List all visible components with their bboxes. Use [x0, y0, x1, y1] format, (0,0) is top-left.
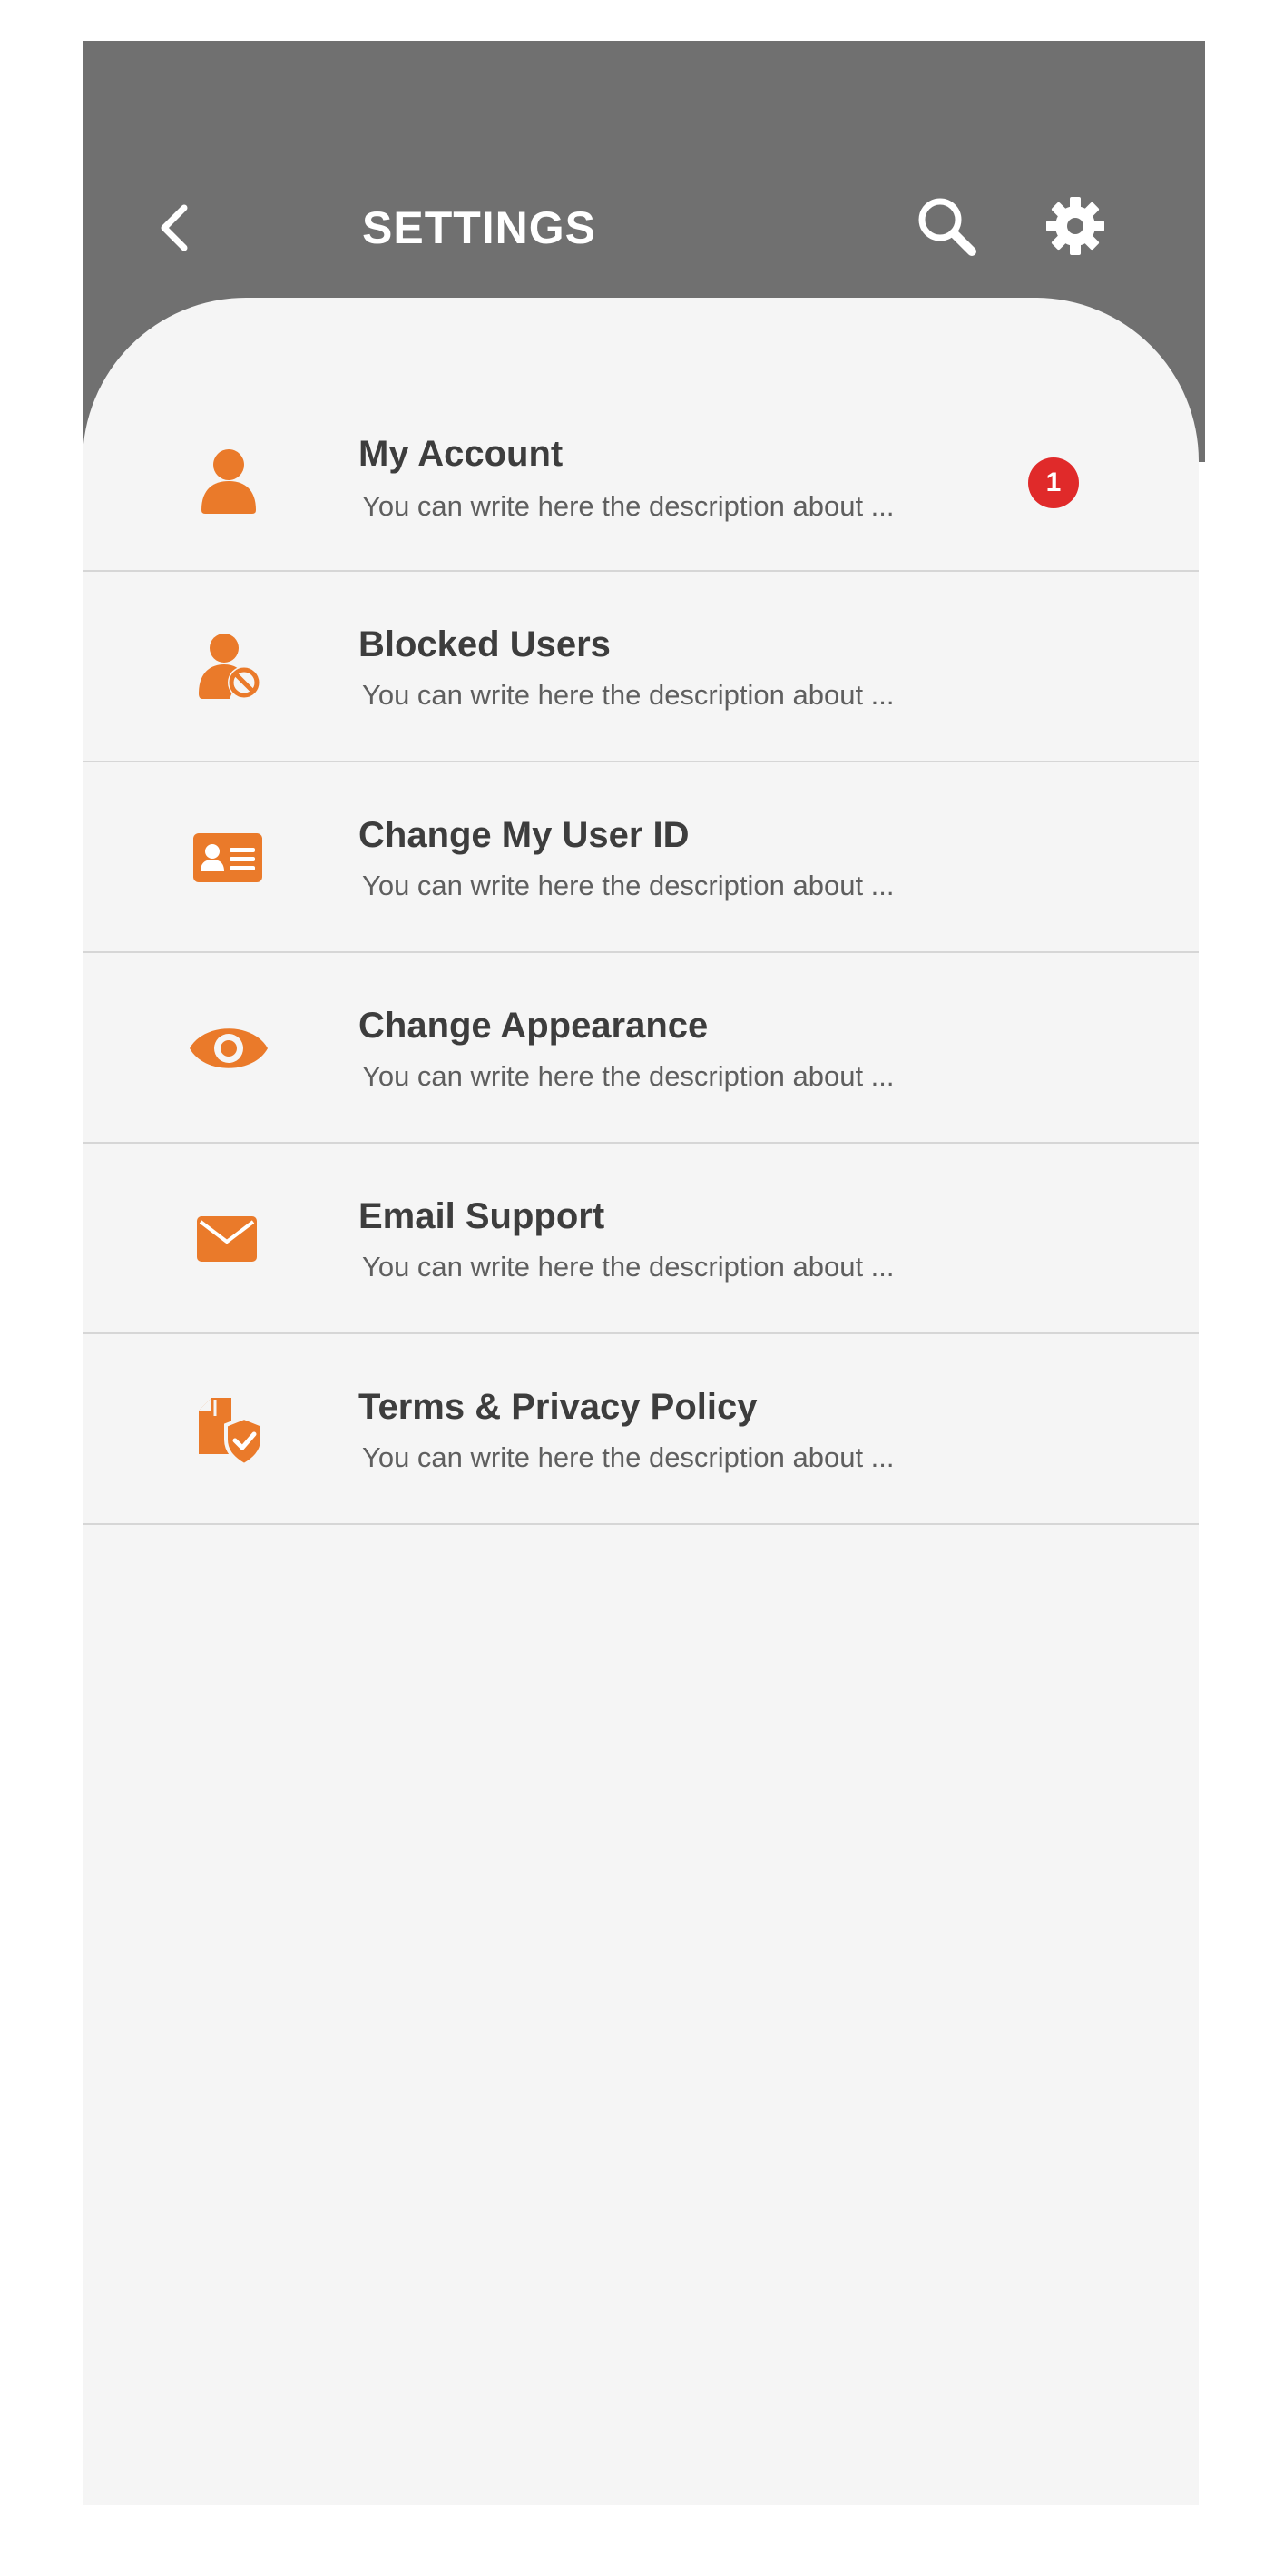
item-description: You can write here the description about…: [362, 1060, 895, 1092]
document-shield-icon: [190, 1391, 268, 1469]
nav-bar: SETTINGS: [83, 41, 1205, 340]
id-card-icon: [190, 819, 268, 897]
settings-item-email-support[interactable]: Email Support You can write here the des…: [83, 1144, 1199, 1334]
eye-icon: [190, 1009, 268, 1087]
item-title: Terms & Privacy Policy: [358, 1387, 758, 1427]
item-description: You can write here the description about…: [362, 1251, 895, 1283]
item-description: You can write here the description about…: [362, 490, 895, 522]
settings-item-blocked-users[interactable]: Blocked Users You can write here the des…: [83, 572, 1199, 762]
notification-badge: 1: [1028, 457, 1079, 508]
back-icon: [161, 204, 188, 251]
settings-item-change-user-id[interactable]: Change My User ID You can write here the…: [83, 762, 1199, 953]
gear-icon: [1046, 197, 1104, 255]
item-description: You can write here the description about…: [362, 1441, 895, 1473]
user-icon: [190, 441, 268, 519]
settings-list: My Account You can write here the descri…: [83, 298, 1199, 2505]
item-description: You can write here the description about…: [362, 679, 895, 711]
item-title: My Account: [358, 434, 564, 474]
item-title: Email Support: [358, 1196, 605, 1236]
settings-item-change-appearance[interactable]: Change Appearance You can write here the…: [83, 953, 1199, 1144]
item-title: Blocked Users: [358, 624, 611, 664]
page-title: SETTINGS: [362, 202, 597, 253]
settings-item-terms-privacy[interactable]: Terms & Privacy Policy You can write her…: [83, 1334, 1199, 1525]
back-button[interactable]: [153, 197, 197, 259]
settings-item-my-account[interactable]: My Account You can write here the descri…: [83, 298, 1199, 572]
envelope-icon: [190, 1200, 268, 1278]
settings-button[interactable]: [1043, 193, 1108, 259]
user-blocked-icon: [190, 628, 268, 706]
search-button[interactable]: [914, 193, 979, 259]
search-icon: [918, 198, 976, 256]
item-title: Change Appearance: [358, 1006, 709, 1046]
item-description: You can write here the description about…: [362, 870, 895, 901]
item-title: Change My User ID: [358, 815, 690, 855]
